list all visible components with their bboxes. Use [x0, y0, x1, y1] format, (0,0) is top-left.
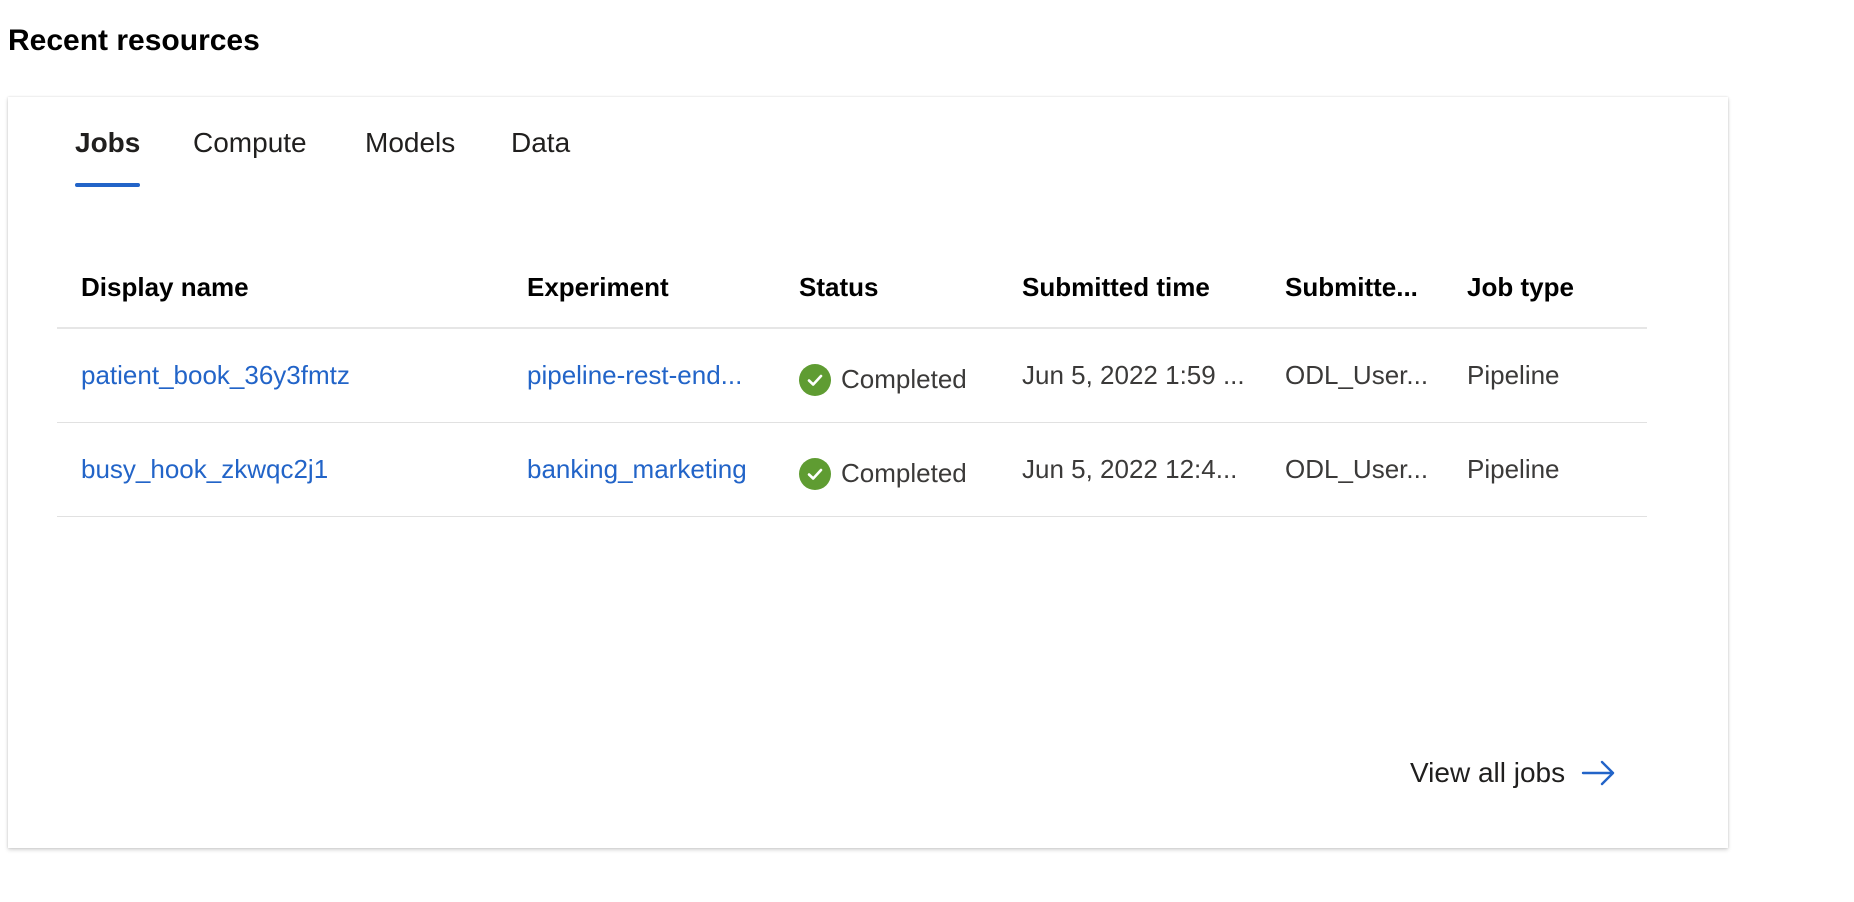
tab-models[interactable]: Models: [365, 127, 455, 187]
column-header-status[interactable]: Status: [799, 247, 999, 327]
view-all-jobs-label: View all jobs: [1410, 757, 1566, 788]
arrow-right-icon: [1581, 759, 1617, 787]
status-cell: Completed: [799, 329, 999, 422]
check-circle-icon: [799, 457, 831, 490]
experiment-link[interactable]: banking_marketing: [527, 454, 747, 485]
job-display-name-link[interactable]: busy_hook_zkwqc2j1: [81, 454, 328, 485]
submitted-time: Jun 5, 2022 1:59 ...: [1022, 360, 1245, 390]
column-header-submitted-time[interactable]: Submitted time: [1022, 247, 1258, 327]
tab-jobs[interactable]: Jobs: [75, 127, 141, 187]
column-header-job-type[interactable]: Job type: [1467, 247, 1637, 327]
recent-resources-card: Jobs Compute Models Data Display name Ex…: [8, 97, 1728, 848]
status-cell: Completed: [799, 423, 999, 516]
section-title: Recent resources: [8, 24, 260, 57]
status-label: Completed: [841, 364, 967, 394]
table-header-row: Display name Experiment Status Submitted…: [57, 247, 1647, 329]
jobs-table: Display name Experiment Status Submitted…: [57, 247, 1647, 517]
table-row[interactable]: busy_hook_zkwqc2j1 banking_marketing Com…: [57, 423, 1647, 517]
submitted-by: ODL_User...: [1285, 454, 1429, 484]
check-circle-icon: [799, 363, 831, 396]
view-all-jobs-link[interactable]: View all jobs: [1410, 757, 1617, 789]
submitted-time: Jun 5, 2022 12:4...: [1022, 454, 1238, 484]
tab-compute[interactable]: Compute: [193, 127, 307, 187]
experiment-link[interactable]: pipeline-rest-end...: [527, 360, 742, 391]
column-header-display-name[interactable]: Display name: [81, 247, 501, 327]
status-label: Completed: [841, 458, 967, 488]
column-header-experiment[interactable]: Experiment: [527, 247, 763, 327]
job-display-name-link[interactable]: patient_book_36y3fmtz: [81, 360, 350, 391]
column-header-submitted-by[interactable]: Submitte...: [1285, 247, 1435, 327]
submitted-by: ODL_User...: [1285, 360, 1429, 390]
table-row[interactable]: patient_book_36y3fmtz pipeline-rest-end.…: [57, 329, 1647, 423]
job-type: Pipeline: [1467, 360, 1560, 390]
tab-data[interactable]: Data: [511, 127, 570, 187]
job-type: Pipeline: [1467, 454, 1560, 484]
